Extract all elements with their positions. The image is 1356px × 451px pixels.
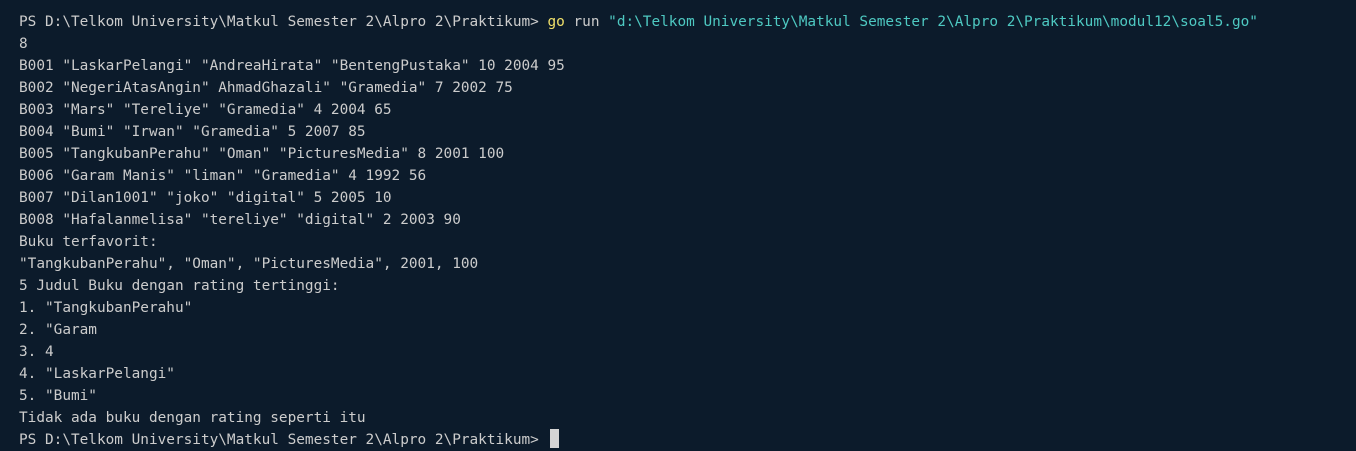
output-line: B004 "Bumi" "Irwan" "Gramedia" 5 2007 85 [19, 124, 366, 140]
output-line: 8 [19, 36, 28, 52]
output-line: 5. "Bumi" [19, 388, 97, 404]
command-name: go [547, 14, 565, 30]
output-line: B006 "Garam Manis" "liman" "Gramedia" 4 … [19, 168, 427, 184]
output-line: B003 "Mars" "Tereliye" "Gramedia" 4 2004… [19, 102, 392, 118]
command-path: "d:\Telkom University\Matkul Semester 2\… [608, 14, 1258, 30]
output-line: 5 Judul Buku dengan rating tertinggi: [19, 278, 340, 294]
output-line: B008 "Hafalanmelisa" "tereliye" "digital… [19, 212, 461, 228]
terminal-window[interactable]: PS D:\Telkom University\Matkul Semester … [0, 0, 1356, 450]
output-line: 4. "LaskarPelangi" [19, 366, 175, 382]
output-line: B001 "LaskarPelangi" "AndreaHirata" "Ben… [19, 58, 565, 74]
output-line: Tidak ada buku dengan rating seperti itu [19, 410, 366, 426]
output-line: 2. "Garam [19, 322, 97, 338]
output-line: 3. 4 [19, 344, 54, 360]
output-line: B007 "Dilan1001" "joko" "digital" 5 2005… [19, 190, 392, 206]
command-line: PS D:\Telkom University\Matkul Semester … [19, 11, 1356, 33]
output-line: Buku terfavorit: [19, 234, 158, 250]
prompt: PS D:\Telkom University\Matkul Semester … [19, 14, 548, 30]
prompt: PS D:\Telkom University\Matkul Semester … [19, 432, 548, 448]
output-line: B002 "NegeriAtasAngin" AhmadGhazali" "Gr… [19, 80, 513, 96]
output-line: B005 "TangkubanPerahu" "Oman" "PicturesM… [19, 146, 505, 162]
command-argument: run [564, 14, 609, 30]
output-line: "TangkubanPerahu", "Oman", "PicturesMedi… [19, 256, 479, 272]
input-line[interactable]: PS D:\Telkom University\Matkul Semester … [19, 429, 1356, 451]
output-line: 1. "TangkubanPerahu" [19, 300, 193, 316]
text-cursor [549, 429, 559, 448]
